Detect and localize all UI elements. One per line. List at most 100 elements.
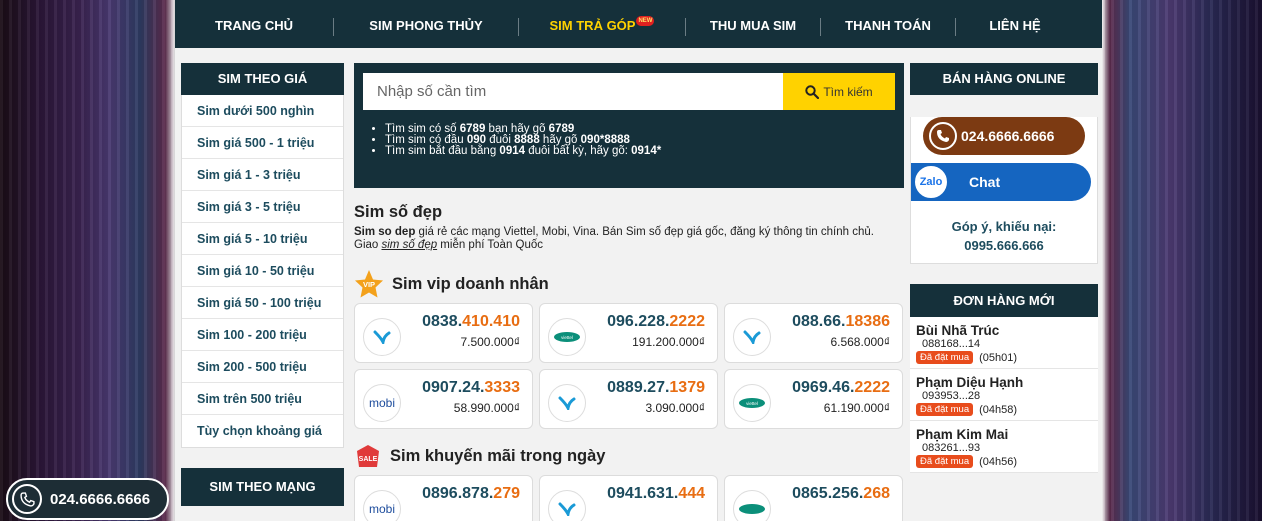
tip-text: đuôi bất kỳ, hãy gõ: (525, 145, 632, 157)
background-right-decoration (1102, 0, 1262, 521)
svg-text:viettel: viettel (561, 335, 573, 340)
mobifone-logo-icon: mobi (363, 384, 401, 422)
search-tips: Tìm sim có số 6789 bạn hãy gõ 6789 Tìm s… (363, 123, 895, 157)
order-item: Phạm Kim Mai 083261...93 Đã đặt mua (04h5… (910, 421, 1098, 473)
sim-price: 61.190.000₫ (823, 401, 890, 415)
sim-card[interactable]: viettel 0969.46.2222 61.190.000₫ (724, 369, 903, 429)
floating-call-button[interactable]: 024.6666.6666 (6, 478, 169, 520)
sim-number-tail: 444 (678, 485, 705, 502)
price-item[interactable]: Sim giá 5 - 10 triệu (182, 223, 343, 255)
order-item: Phạm Diệu Hạnh 093953...28 Đã đặt mua (04… (910, 369, 1098, 421)
sim-card[interactable]: 088.66.18386 6.568.000₫ (724, 303, 903, 363)
search-row: Tìm kiếm (363, 73, 895, 110)
nav-lien-he[interactable]: LIÊN HỆ (956, 16, 1074, 36)
sim-number: 0838.410.410 (422, 313, 520, 331)
order-status: Đã đặt mua (04h58) (916, 403, 1098, 416)
sim-number-tail: 3333 (484, 379, 520, 396)
sim-card[interactable]: viettel 096.228.2222 191.200.000₫ (539, 303, 718, 363)
price-item[interactable]: Sim giá 10 - 50 triệu (182, 255, 343, 287)
sim-number-tail: 18386 (845, 313, 891, 330)
intro-desc-link[interactable]: sim số đẹp (382, 239, 438, 251)
online-sales-heading: BÁN HÀNG ONLINE (910, 63, 1098, 95)
price-item[interactable]: Sim giá 1 - 3 triệu (182, 159, 343, 191)
nav-home[interactable]: TRANG CHỦ (175, 16, 333, 36)
sim-number: 088.66.18386 (792, 313, 890, 331)
phone-icon (12, 484, 42, 514)
sim-number-tail: 1379 (669, 379, 705, 396)
sim-number-head: 088.66. (792, 313, 846, 330)
hotline-number: 024.6666.6666 (961, 128, 1055, 144)
sim-card[interactable]: 0865.256.268 (724, 475, 903, 521)
feedback-phone[interactable]: 0995.666.666 (911, 236, 1097, 255)
page-container: TRANG CHỦ SIM PHONG THỦY SIM TRẢ GÓP NEW … (175, 0, 1102, 521)
nav-thu-mua-sim[interactable]: THU MUA SIM (686, 16, 820, 36)
vip-sim-grid: 0838.410.410 7.500.000₫ viettel 096.228.… (354, 303, 904, 429)
background-left-decoration (0, 0, 175, 521)
nav-sim-tra-gop[interactable]: SIM TRẢ GÓP NEW (519, 16, 685, 36)
zalo-chat-button[interactable]: Zalo Chat (911, 163, 1091, 201)
tip-bold: 0914* (631, 145, 662, 157)
left-sidebar: SIM THEO GIÁ Sim dưới 500 nghìn Sim giá … (181, 63, 344, 506)
order-time: (04h58) (979, 403, 1018, 416)
sim-card[interactable]: 0941.631.444 (539, 475, 718, 521)
zalo-chat-label: Chat (969, 174, 1001, 190)
zalo-logo-icon: Zalo (915, 166, 947, 198)
price-item[interactable]: Sim giá 3 - 5 triệu (182, 191, 343, 223)
search-tip: Tìm sim bắt đầu bằng 0914 đuôi bất kỳ, h… (385, 145, 895, 157)
nav-sim-phong-thuy[interactable]: SIM PHONG THỦY (334, 16, 518, 36)
network-filter-heading: SIM THEO MẠNG (181, 468, 344, 506)
order-customer-name: Bùi Nhã Trúc (916, 323, 1000, 338)
sale-tag-icon: SALE (357, 445, 379, 467)
sim-card[interactable]: 0838.410.410 7.500.000₫ (354, 303, 533, 363)
sale-sim-grid: mobi 0896.878.279 0941.631.444 0865.256.… (354, 475, 904, 521)
sim-number-head: 0896.878. (422, 485, 494, 502)
sim-number-tail: 279 (493, 485, 520, 502)
sim-card[interactable]: 0889.27.1379 3.090.000₫ (539, 369, 718, 429)
main-nav: TRANG CHỦ SIM PHONG THỦY SIM TRẢ GÓP NEW … (175, 0, 1102, 48)
price-item[interactable]: Sim 100 - 200 triệu (182, 319, 343, 351)
order-status-badge: Đã đặt mua (916, 455, 974, 468)
search-input[interactable] (363, 73, 783, 110)
sim-number-head: 096.228. (607, 313, 670, 330)
price-item-custom-range[interactable]: Tùy chọn khoảng giá (182, 415, 343, 447)
order-time: (04h56) (979, 455, 1018, 468)
price-item[interactable]: Sim dưới 500 nghìn (182, 95, 343, 127)
order-time: (05h01) (979, 351, 1018, 364)
sim-number-head: 0889.27. (607, 379, 670, 396)
order-status-badge: Đã đặt mua (916, 351, 974, 364)
svg-text:viettel: viettel (746, 401, 758, 406)
sim-price: 58.990.000₫ (453, 401, 520, 415)
search-button[interactable]: Tìm kiếm (783, 73, 895, 110)
price-item[interactable]: Sim trên 500 triệu (182, 383, 343, 415)
sim-number-head: 0969.46. (792, 379, 855, 396)
mobifone-logo-icon: mobi (363, 490, 401, 521)
intro-desc-bold: Sim so dep (354, 226, 416, 238)
main-content: Tìm kiếm Tìm sim có số 6789 bạn hãy gõ 6… (354, 63, 904, 521)
order-customer-name: Phạm Kim Mai (916, 427, 1009, 442)
price-filter-heading: SIM THEO GIÁ (181, 63, 344, 95)
order-customer-name: Phạm Diệu Hạnh (916, 375, 1024, 390)
sim-price: 191.200.000₫ (632, 335, 705, 349)
price-item[interactable]: Sim giá 500 - 1 triệu (182, 127, 343, 159)
right-sidebar: BÁN HÀNG ONLINE 024.6666.6666 Zalo Chat … (910, 63, 1098, 473)
order-status-badge: Đã đặt mua (916, 403, 974, 416)
viettel-logo-icon (733, 490, 771, 521)
vip-section-heading: VIP Sim vip doanh nhân (354, 269, 904, 299)
sim-price: 6.568.000₫ (830, 335, 890, 349)
sim-number-head: 0838. (422, 313, 463, 330)
sim-card[interactable]: mobi 0907.24.3333 58.990.000₫ (354, 369, 533, 429)
vinaphone-logo-icon (548, 490, 586, 521)
nav-sim-tra-gop-label: SIM TRẢ GÓP (549, 18, 636, 33)
vip-section-title: Sim vip doanh nhân (392, 274, 549, 293)
price-item[interactable]: Sim 200 - 500 triệu (182, 351, 343, 383)
price-item[interactable]: Sim giá 50 - 100 triệu (182, 287, 343, 319)
order-phone: 083261...93 (922, 442, 981, 454)
hotline-button[interactable]: 024.6666.6666 (923, 117, 1085, 155)
sim-number: 0907.24.3333 (422, 379, 520, 397)
sim-number: 096.228.2222 (607, 313, 705, 331)
floating-call-number: 024.6666.6666 (50, 490, 151, 508)
nav-thanh-toan[interactable]: THANH TOÁN (821, 16, 955, 36)
tip-bold: 0914 (499, 145, 526, 157)
sim-card[interactable]: mobi 0896.878.279 (354, 475, 533, 521)
phone-icon (929, 122, 957, 150)
